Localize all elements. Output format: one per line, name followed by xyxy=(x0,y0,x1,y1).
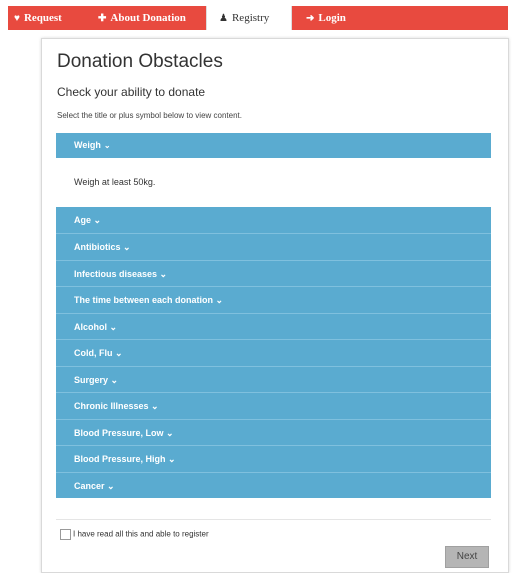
chevron-down-icon: ⌄ xyxy=(163,428,174,438)
accordion-item-label: Cancer xyxy=(74,481,105,491)
accordion-item-blood-pressure-high[interactable]: Blood Pressure, High ⌄ xyxy=(56,445,491,471)
nav-item-registry[interactable]: ♟ Registry xyxy=(206,6,292,30)
syringe-icon: ✚ xyxy=(98,13,107,24)
instruction-text: Select the title or plus symbol below to… xyxy=(57,111,242,120)
accordion-item-chronic-illnesses[interactable]: Chronic Illnesses ⌄ xyxy=(56,392,491,418)
accordion-item-cold-flu[interactable]: Cold, Flu ⌄ xyxy=(56,339,491,365)
heart-badge-icon: ♥ xyxy=(14,13,20,24)
divider xyxy=(56,519,491,520)
chevron-down-icon: ⌄ xyxy=(112,348,123,358)
page-title: Donation Obstacles xyxy=(57,51,223,72)
accordion-item-surgery[interactable]: Surgery ⌄ xyxy=(56,366,491,392)
nav-item-label: About Donation xyxy=(110,12,186,24)
accordion-item-label: The time between each donation xyxy=(74,295,214,305)
nav-item-request[interactable]: ♥ Request xyxy=(14,6,62,30)
accordion-item-alcohol[interactable]: Alcohol ⌄ xyxy=(56,313,491,339)
accordion-item-label: Cold, Flu xyxy=(74,348,113,358)
accordion-item-antibiotics[interactable]: Antibiotics ⌄ xyxy=(56,233,491,259)
chevron-down-icon: ⌄ xyxy=(120,242,131,252)
accordion-item-label: Alcohol xyxy=(74,322,107,332)
login-icon: ➜ xyxy=(306,13,315,24)
chevron-down-icon: ⌄ xyxy=(148,401,159,411)
chevron-down-icon: ⌄ xyxy=(165,454,176,464)
chevron-down-icon: ⌄ xyxy=(157,269,168,279)
accordion-item-label: Age xyxy=(74,215,92,225)
nav-item-about-donation[interactable]: ✚ About Donation xyxy=(98,6,186,30)
accordion-item-label: Antibiotics xyxy=(74,242,121,252)
next-button[interactable]: Next xyxy=(445,546,489,568)
accordion-content-weigh: Weigh at least 50kg. xyxy=(56,159,491,205)
checkbox-label: I have read all this and able to registe… xyxy=(73,529,209,539)
nav-item-label: Request xyxy=(23,12,62,24)
accordion-item-label: Infectious diseases xyxy=(74,269,158,279)
top-navbar: ♥ Request ✚ About Donation ♟ Registry ➜ Logi… xyxy=(8,6,508,30)
chevron-down-icon: ⌄ xyxy=(213,295,224,305)
confirm-checkbox[interactable] xyxy=(60,529,71,540)
accordion-item-label: Blood Pressure, Low xyxy=(74,428,164,438)
donation-obstacles-panel: Donation Obstacles Check your ability to… xyxy=(41,38,509,573)
accordion-item-cancer[interactable]: Cancer ⌄ xyxy=(56,472,491,498)
accordion-item-age[interactable]: Age ⌄ xyxy=(56,207,491,233)
nav-item-label: Registry xyxy=(231,12,270,24)
accordion-list: Age ⌄ Antibiotics ⌄ Infectious diseases … xyxy=(56,207,491,498)
chevron-down-icon: ⌄ xyxy=(107,322,118,332)
accordion-item-time-between-donations[interactable]: The time between each donation ⌄ xyxy=(56,286,491,312)
nav-item-login[interactable]: ➜ Login xyxy=(306,6,346,30)
chevron-down-icon: ⌄ xyxy=(104,481,115,491)
page-subtitle: Check your ability to donate xyxy=(57,85,206,99)
chevron-down-icon: ⌄ xyxy=(103,141,111,150)
user-icon: ♟ xyxy=(219,13,228,24)
register-confirmation-row: I have read all this and able to registe… xyxy=(60,529,209,540)
accordion-item-blood-pressure-low[interactable]: Blood Pressure, Low ⌄ xyxy=(56,419,491,445)
accordion-item-infectious-diseases[interactable]: Infectious diseases ⌄ xyxy=(56,260,491,286)
accordion-item-label: Blood Pressure, High xyxy=(74,454,166,464)
accordion-item-label: Surgery xyxy=(74,375,109,385)
nav-item-label: Login xyxy=(318,12,346,24)
accordion-title: Weigh xyxy=(74,140,101,150)
accordion-content-text: Weigh at least 50kg. xyxy=(74,177,156,187)
chevron-down-icon: ⌄ xyxy=(91,215,102,225)
accordion-header-weigh[interactable]: Weigh ⌄ xyxy=(56,133,491,158)
accordion-item-label: Chronic Illnesses xyxy=(74,401,149,411)
chevron-down-icon: ⌄ xyxy=(108,375,119,385)
